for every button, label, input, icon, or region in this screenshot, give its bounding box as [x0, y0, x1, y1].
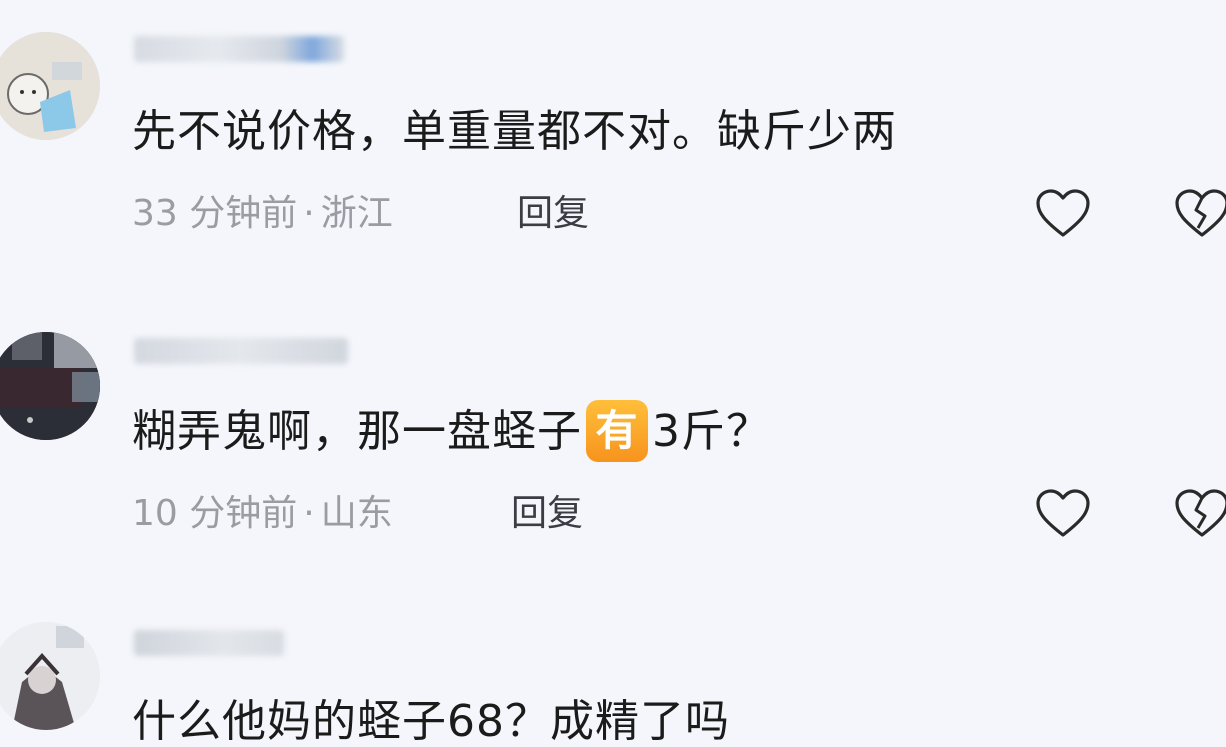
- username-blurred[interactable]: [134, 338, 348, 364]
- heart-outline-icon[interactable]: [1035, 188, 1091, 240]
- meta-separator: ·: [303, 493, 315, 534]
- emoji-you-badge: 有: [586, 400, 648, 462]
- comment-text-part: 3斤？: [652, 406, 771, 457]
- comment-meta: 33 分钟前 · 浙江: [132, 196, 393, 232]
- comment-location: 山东: [320, 493, 393, 534]
- username-blurred[interactable]: [134, 36, 344, 62]
- reply-button[interactable]: 回复: [511, 496, 583, 532]
- avatar[interactable]: [0, 622, 100, 730]
- comment-text: 先不说价格，单重量都不对。缺斤少两: [132, 106, 897, 157]
- comment-location: 浙江: [320, 193, 393, 234]
- meta-separator: ·: [303, 193, 315, 234]
- avatar[interactable]: [0, 332, 100, 440]
- reply-button[interactable]: 回复: [517, 196, 589, 232]
- avatar[interactable]: [0, 32, 100, 140]
- comment-text: 什么他妈的蛏子68？成精了吗: [132, 696, 730, 747]
- broken-heart-icon[interactable]: [1174, 188, 1226, 240]
- comment-text: 糊弄鬼啊，那一盘蛏子有 3斤？: [132, 400, 771, 468]
- comment-meta: 10 分钟前 · 山东: [132, 496, 393, 532]
- heart-outline-icon[interactable]: [1035, 488, 1091, 540]
- broken-heart-icon[interactable]: [1174, 488, 1226, 540]
- username-blurred[interactable]: [134, 630, 284, 656]
- comment-time: 10 分钟前: [132, 493, 298, 534]
- comment-text-part: 糊弄鬼啊，那一盘蛏子: [132, 406, 582, 457]
- comment-time: 33 分钟前: [132, 193, 298, 234]
